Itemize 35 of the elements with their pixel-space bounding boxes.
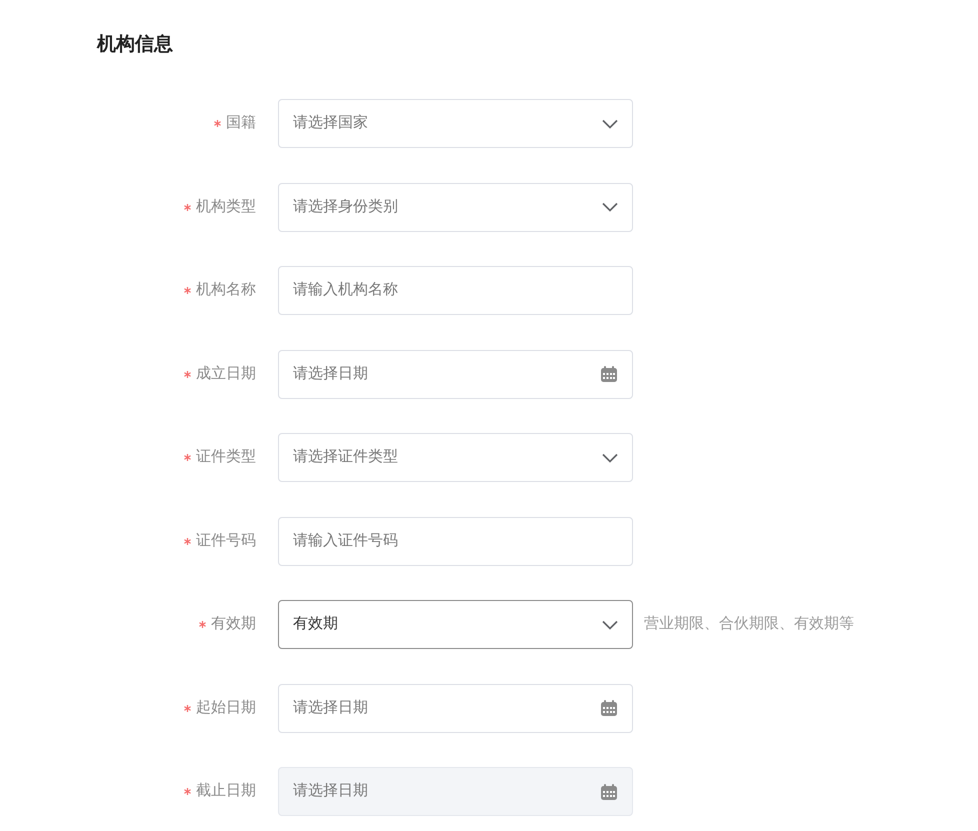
select-field[interactable]: 请选择身份类别 — [278, 182, 633, 232]
date-field[interactable]: 请选择日期 — [278, 350, 633, 398]
field-label: 机构名称 — [196, 280, 256, 300]
field-placeholder: 请选择国家 — [293, 113, 368, 134]
input-field[interactable]: 请输入证件号码 — [278, 516, 633, 566]
field-placeholder: 请选择日期 — [293, 698, 368, 718]
calendar-icon — [600, 699, 618, 717]
field-placeholder: 请输入机构名称 — [293, 280, 398, 300]
field-placeholder: 请选择身份类别 — [293, 196, 398, 217]
section-title: 机构信息 — [97, 33, 174, 57]
field-placeholder: 请选择日期 — [293, 781, 368, 802]
field-label: 证件类型 — [196, 447, 256, 468]
field-label: 机构类型 — [196, 196, 256, 217]
field-label: 成立日期 — [196, 364, 256, 384]
select-field[interactable]: 请选择证件类型 — [278, 433, 633, 482]
field-label: 起始日期 — [196, 698, 256, 718]
input-field[interactable]: 请输入机构名称 — [278, 266, 633, 315]
chevron-down-icon — [602, 118, 618, 128]
field-placeholder: 请输入证件号码 — [293, 530, 398, 551]
field-label: 证件号码 — [196, 530, 256, 551]
chevron-down-icon — [602, 452, 618, 462]
calendar-icon — [600, 365, 618, 383]
field-hint: 营业期限、合伙期限、有效期等 — [644, 614, 854, 634]
field-label: 国籍 — [226, 113, 256, 134]
select-field[interactable]: 请选择国家 — [278, 99, 633, 148]
field-label: 有效期 — [211, 614, 256, 634]
field-label: 截止日期 — [196, 781, 256, 802]
field-placeholder: 请选择日期 — [293, 364, 368, 384]
field-value: 有效期 — [293, 614, 338, 634]
chevron-down-icon — [602, 202, 618, 212]
field-placeholder: 请选择证件类型 — [293, 447, 398, 468]
chevron-down-icon — [602, 620, 618, 630]
select-field[interactable]: 有效期 — [278, 600, 633, 649]
date-field[interactable]: 请选择日期 — [278, 684, 633, 732]
calendar-icon — [600, 782, 618, 800]
